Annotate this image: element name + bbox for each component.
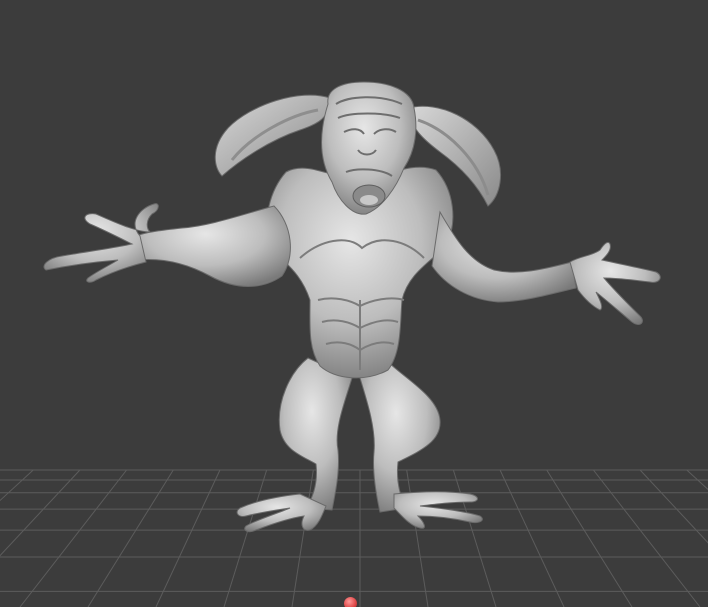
grid-line — [155, 469, 221, 607]
viewport-canvas[interactable] — [0, 0, 708, 607]
grid-line — [87, 469, 174, 607]
left-hand — [43, 203, 159, 283]
left-foot — [236, 493, 327, 533]
grid-line — [0, 469, 81, 557]
grid-line — [291, 469, 314, 607]
left-arm — [135, 205, 291, 287]
left-leg — [278, 357, 353, 511]
ground-grid — [0, 469, 708, 607]
right-foot — [393, 491, 483, 529]
grid-line — [499, 469, 565, 607]
tongue — [360, 195, 378, 205]
origin-dot-icon[interactable] — [344, 597, 357, 607]
grid-line — [686, 469, 708, 491]
grid-line — [452, 469, 497, 607]
grid-line — [593, 469, 701, 607]
grid-line — [19, 469, 127, 607]
grid-line — [639, 469, 708, 544]
right-leg — [359, 359, 441, 513]
grid-line — [223, 469, 268, 607]
grid-line — [546, 469, 633, 607]
left-ear — [214, 94, 331, 177]
sculpt-model[interactable] — [43, 81, 661, 533]
3d-viewport[interactable] — [0, 0, 708, 607]
right-arm — [431, 210, 577, 303]
grid-line — [406, 469, 429, 607]
right-hand — [569, 241, 661, 325]
